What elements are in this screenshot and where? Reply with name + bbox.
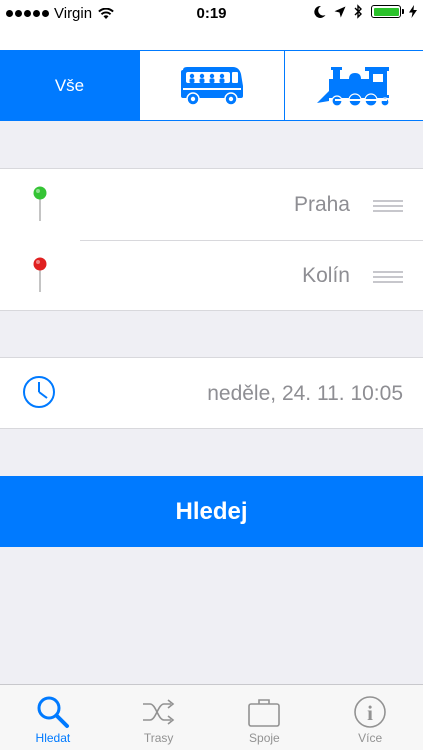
from-station: Praha: [293, 193, 350, 216]
status-bar: Virgin 0:19: [0, 0, 423, 28]
magnifier-icon: [37, 696, 69, 728]
tab-label: Více: [358, 731, 383, 745]
to-station: Kolín: [302, 264, 350, 287]
status-right: [313, 4, 417, 19]
from-row[interactable]: Praha: [0, 169, 423, 240]
tab-trasy[interactable]: Trasy: [106, 685, 212, 750]
clock-icon: [23, 376, 55, 408]
segment-bus[interactable]: [140, 51, 285, 120]
info-icon: i: [354, 696, 386, 728]
tab-spoje[interactable]: Spoje: [212, 685, 318, 750]
green-pin-icon: [33, 186, 47, 221]
segment-train[interactable]: [285, 51, 423, 120]
to-row[interactable]: Kolín: [0, 240, 423, 311]
reorder-handle-icon[interactable]: [373, 200, 403, 215]
shuffle-icon: [142, 699, 174, 725]
bluetooth-icon: [354, 4, 362, 19]
briefcase-icon: [248, 699, 281, 727]
tab-vice[interactable]: i Více: [317, 685, 423, 750]
train-icon: [317, 66, 390, 107]
route-card: Praha Kolín: [0, 168, 423, 311]
segment-all-label: Vše: [54, 75, 85, 95]
battery-icon: [371, 5, 404, 18]
tab-bar: Hledat Trasy Spoje i Více: [0, 684, 423, 750]
tab-label: Spoje: [249, 731, 280, 745]
tab-label: Trasy: [143, 731, 174, 745]
svg-text:i: i: [367, 701, 373, 725]
search-button[interactable]: Hledej: [0, 476, 423, 547]
datetime-row[interactable]: neděle, 24. 11. 10:05: [0, 357, 423, 429]
segment-all[interactable]: Vše: [0, 51, 140, 120]
tab-hledat[interactable]: Hledat: [0, 685, 106, 750]
location-arrow-icon: [334, 6, 346, 17]
moon-icon: [314, 5, 326, 18]
datetime-value: neděle, 24. 11. 10:05: [207, 382, 403, 405]
red-pin-icon: [33, 257, 47, 292]
transport-segmented-control: Vše: [0, 50, 423, 121]
bus-icon: [181, 66, 243, 106]
tab-label: Hledat: [35, 731, 71, 745]
battery-fill: [373, 7, 399, 16]
reorder-handle-icon[interactable]: [373, 271, 403, 286]
header-spacer: [0, 28, 423, 50]
charging-icon: [409, 5, 417, 18]
